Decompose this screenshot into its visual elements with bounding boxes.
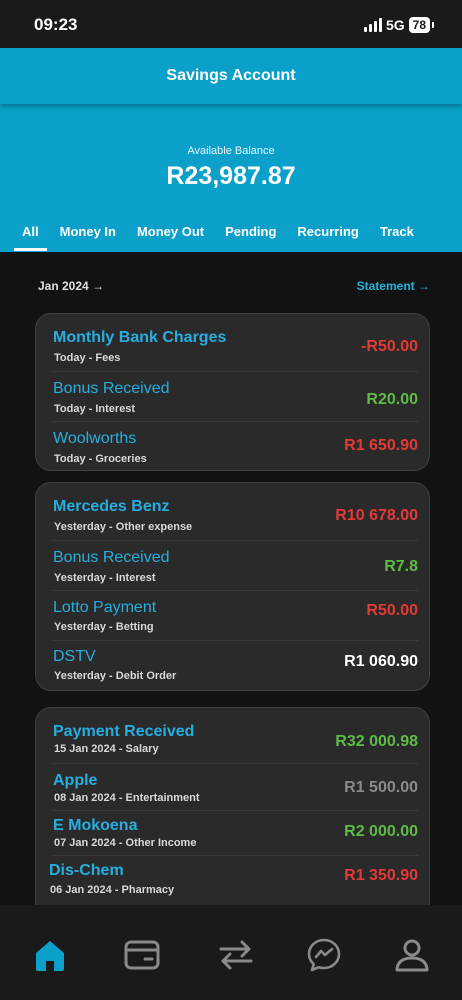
- tab-all[interactable]: All: [14, 224, 47, 251]
- transfer-icon[interactable]: [216, 935, 256, 975]
- transaction-row[interactable]: Monthly Bank Charges Today - Fees -R50.0…: [53, 314, 418, 372]
- transaction-amount: -R50.00: [361, 338, 418, 355]
- transaction-row[interactable]: Apple 08 Jan 2024 - Entertainment R1 500…: [53, 764, 418, 811]
- status-time: 09:23: [34, 15, 78, 34]
- transaction-amount: R50.00: [366, 602, 418, 619]
- transaction-name: Lotto Payment: [53, 599, 157, 616]
- balance-label: Available Balance: [187, 145, 275, 157]
- transaction-detail: Today - Fees: [54, 352, 121, 364]
- transaction-name: E Mokoena: [53, 817, 138, 834]
- transaction-detail: 15 Jan 2024 - Salary: [54, 743, 159, 755]
- transaction-detail: Today - Groceries: [54, 453, 147, 465]
- filter-tabs: All Money In Money Out Pending Recurring…: [14, 224, 435, 251]
- transaction-row[interactable]: Woolworths Today - Groceries R1 650.90: [53, 422, 418, 470]
- transaction-detail: 07 Jan 2024 - Other Income: [54, 837, 197, 849]
- period-selector[interactable]: Jan 2024 →: [38, 279, 104, 293]
- page-title: Savings Account: [166, 67, 296, 84]
- transaction-group: Monthly Bank Charges Today - Fees -R50.0…: [35, 313, 430, 471]
- transaction-detail: Yesterday - Debit Order: [54, 670, 177, 682]
- transaction-name: Mercedes Benz: [53, 498, 170, 515]
- transaction-name: Apple: [53, 772, 98, 789]
- transaction-detail: 06 Jan 2024 - Pharmacy: [50, 884, 175, 896]
- transaction-row[interactable]: Mercedes Benz Yesterday - Other expense …: [53, 483, 418, 541]
- transaction-row[interactable]: DSTV Yesterday - Debit Order R1 060.90: [53, 641, 418, 691]
- signal-icon: [363, 18, 382, 32]
- profile-icon[interactable]: [392, 935, 432, 975]
- transaction-amount: R1 650.90: [344, 437, 418, 454]
- tab-pending[interactable]: Pending: [225, 224, 276, 247]
- transaction-amount: R1 350.90: [344, 867, 418, 884]
- tab-recurring[interactable]: Recurring: [297, 224, 358, 247]
- transaction-row[interactable]: Payment Received 15 Jan 2024 - Salary R3…: [53, 708, 418, 764]
- status-indicators: 5G 78: [363, 17, 435, 33]
- transaction-name: Bonus Received: [53, 380, 170, 397]
- period-row: Jan 2024 → Statement →: [38, 279, 430, 293]
- transaction-amount: R1 500.00: [344, 779, 418, 796]
- transaction-name: Woolworths: [53, 430, 137, 447]
- transaction-name: Bonus Received: [53, 549, 170, 566]
- transaction-name: Payment Received: [53, 723, 195, 740]
- status-bar: 09:23 5G 78: [0, 0, 462, 48]
- transaction-name: DSTV: [53, 648, 96, 665]
- statement-link[interactable]: Statement →: [357, 279, 430, 293]
- transaction-group: Mercedes Benz Yesterday - Other expense …: [35, 482, 430, 691]
- transaction-name: Monthly Bank Charges: [53, 329, 227, 346]
- transaction-row[interactable]: Dis-Chem 06 Jan 2024 - Pharmacy R1 350.9…: [49, 856, 418, 906]
- transaction-amount: R1 060.90: [344, 653, 418, 670]
- balance-value: R23,987.87: [166, 162, 296, 190]
- transaction-detail: Yesterday - Other expense: [54, 521, 193, 533]
- battery-icon: 78: [408, 17, 435, 33]
- transaction-detail: 08 Jan 2024 - Entertainment: [54, 792, 200, 804]
- transaction-name: Dis-Chem: [49, 862, 124, 879]
- transaction-row[interactable]: E Mokoena 07 Jan 2024 - Other Income R2 …: [53, 811, 418, 856]
- transaction-row[interactable]: Lotto Payment Yesterday - Betting R50.00: [53, 591, 418, 641]
- tab-track[interactable]: Track: [380, 224, 414, 247]
- card-icon[interactable]: [122, 935, 162, 975]
- transaction-group: Payment Received 15 Jan 2024 - Salary R3…: [35, 707, 430, 922]
- tab-money-out[interactable]: Money Out: [137, 224, 204, 247]
- chat-icon[interactable]: [304, 935, 344, 975]
- transaction-amount: R32 000.98: [335, 733, 418, 750]
- home-icon[interactable]: [30, 935, 70, 975]
- transaction-detail: Today - Interest: [54, 403, 136, 415]
- bottom-nav: [0, 905, 462, 1000]
- transaction-row[interactable]: Bonus Received Yesterday - Interest R7.8: [53, 541, 418, 591]
- transaction-amount: R20.00: [366, 391, 418, 408]
- transaction-detail: Yesterday - Betting: [54, 621, 154, 633]
- transaction-row[interactable]: Bonus Received Today - Interest R20.00: [53, 372, 418, 422]
- transaction-detail: Yesterday - Interest: [54, 572, 156, 584]
- transaction-amount: R2 000.00: [344, 823, 418, 840]
- tab-money-in[interactable]: Money In: [60, 224, 116, 247]
- app-header: Savings Account: [0, 48, 462, 104]
- transaction-amount: R10 678.00: [335, 507, 418, 524]
- network-label: 5G: [385, 17, 405, 33]
- transaction-amount: R7.8: [384, 558, 418, 575]
